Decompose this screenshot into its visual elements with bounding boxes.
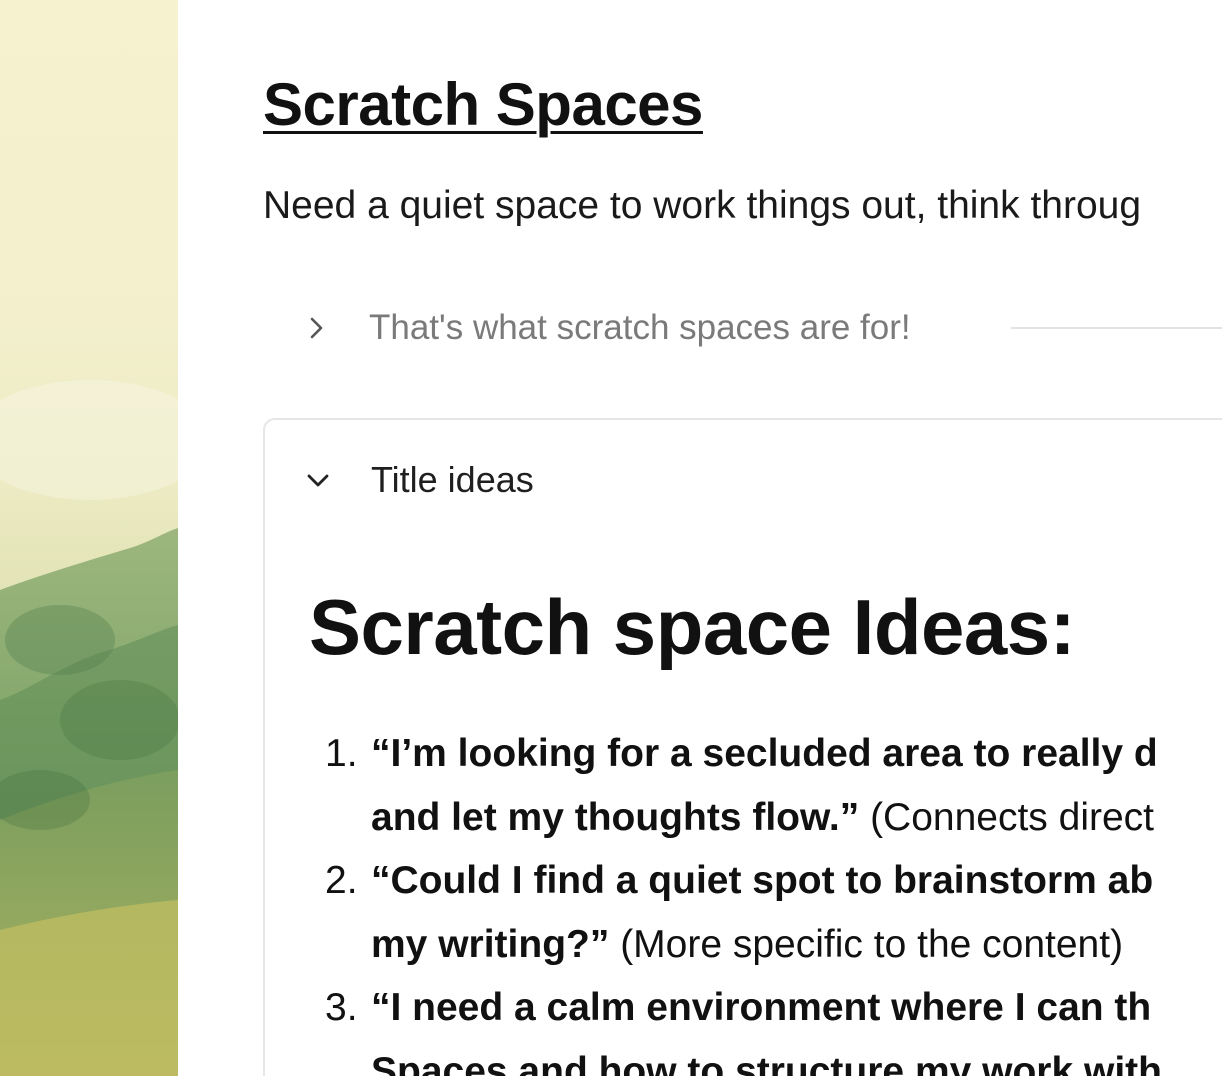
list-item: 2. “Could I find a quiet spot to brainst… <box>325 849 1162 976</box>
app-root: Scratch Spaces Need a quiet space to wor… <box>0 0 1222 1076</box>
list-number: 1. <box>325 732 358 775</box>
page-content: Scratch Spaces Need a quiet space to wor… <box>263 0 1222 1076</box>
idea-quote-line1: “Could I find a quiet spot to brainstorm… <box>371 859 1154 902</box>
ideas-heading: Scratch space Ideas: <box>309 583 1076 671</box>
intro-text: Need a quiet space to work things out, t… <box>263 184 1142 227</box>
chevron-down-icon[interactable] <box>305 467 331 493</box>
idea-quote-line1: “I need a calm environment where I can t… <box>371 986 1152 1029</box>
ideas-list: 1. “I’m looking for a secluded area to r… <box>325 722 1162 1076</box>
title-ideas-label: Title ideas <box>371 459 534 500</box>
toggle-label: That's what scratch spaces are for! <box>369 308 911 347</box>
list-number: 3. <box>325 986 358 1029</box>
idea-note: (Connects direct <box>870 795 1155 839</box>
idea-quote-line1: “I’m looking for a secluded area to real… <box>371 732 1158 775</box>
toggle-thats-what[interactable]: That's what scratch spaces are for! <box>303 304 911 352</box>
page-title[interactable]: Scratch Spaces <box>263 70 703 139</box>
chevron-right-icon[interactable] <box>303 315 329 341</box>
idea-quote-line2: and let my thoughts flow.” <box>371 795 860 839</box>
idea-quote-line2: Spaces and how to structure my work with <box>371 1049 1162 1076</box>
list-item: 3. “I need a calm environment where I ca… <box>325 976 1162 1076</box>
list-item: 1. “I’m looking for a secluded area to r… <box>325 722 1162 849</box>
idea-quote-line2: my writing?” <box>371 922 610 966</box>
title-ideas-callout: Title ideas Scratch space Ideas: 1. “I’m… <box>263 418 1222 1076</box>
toggle-title-ideas[interactable]: Title ideas <box>305 458 534 502</box>
divider <box>1011 327 1222 329</box>
watercolor-landscape-image <box>0 0 178 1076</box>
idea-note: (More specific to the content) <box>620 922 1124 966</box>
list-number: 2. <box>325 859 358 902</box>
